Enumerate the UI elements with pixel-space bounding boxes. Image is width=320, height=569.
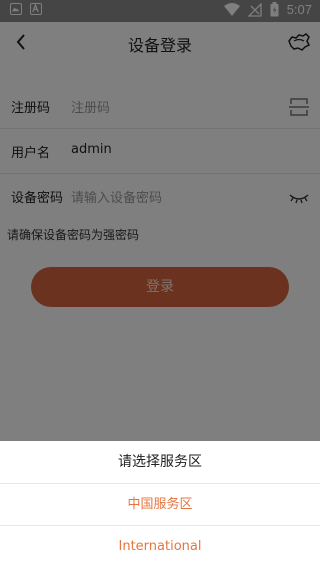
sheet-title: 请选择服务区: [0, 441, 320, 484]
service-region-sheet: 请选择服务区 中国服务区 International: [0, 441, 320, 569]
region-option-international[interactable]: International: [0, 526, 320, 568]
region-option-china[interactable]: 中国服务区: [0, 484, 320, 526]
